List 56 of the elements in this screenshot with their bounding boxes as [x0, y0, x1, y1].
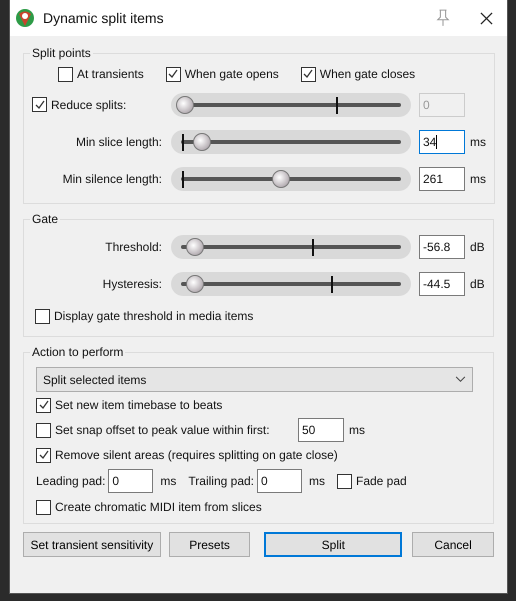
slider-thumb[interactable]: [272, 170, 290, 188]
group-title: Gate: [31, 212, 60, 226]
field-label: Trailing pad:: [188, 474, 254, 488]
checkbox[interactable]: Fade pad: [337, 471, 407, 491]
slider-label: Min slice length:: [76, 134, 162, 148]
number-field[interactable]: -44.5: [419, 272, 465, 296]
checkbox[interactable]: Create chromatic MIDI item from slices: [36, 497, 485, 517]
group-title: Action to perform: [31, 345, 124, 359]
app-logo-icon: [15, 8, 35, 28]
slider-label: Threshold:: [105, 240, 162, 254]
slider-track[interactable]: [171, 92, 411, 116]
group-title: Split points: [31, 46, 92, 60]
pin-icon[interactable]: [436, 9, 450, 27]
check-icon: [34, 98, 46, 110]
slider-track[interactable]: [171, 272, 411, 296]
unit-label: ms: [470, 134, 486, 148]
checkbox[interactable]: At transients: [58, 64, 144, 84]
number-field[interactable]: -56.8: [419, 234, 465, 258]
slider-label: Hysteresis:: [102, 276, 162, 290]
field-label: Leading pad:: [36, 474, 106, 488]
checkbox[interactable]: Remove silent areas (requires splitting on gate close): [36, 445, 485, 465]
window-title: Dynamic split items: [43, 10, 165, 26]
check-icon: [38, 449, 50, 461]
number-field[interactable]: 50: [298, 418, 344, 442]
unit-label: dB: [470, 240, 485, 254]
checkbox[interactable]: When gate closes: [300, 64, 416, 84]
dialog-button[interactable]: Presets: [168, 532, 250, 557]
number-field[interactable]: 0: [257, 469, 302, 493]
unit-label: ms: [349, 423, 365, 437]
dialog-button[interactable]: Set transient sensitivity: [23, 532, 161, 557]
action-dropdown[interactable]: Split selected items: [36, 367, 473, 392]
number-field[interactable]: 261: [419, 166, 465, 190]
slider-track[interactable]: [171, 166, 411, 190]
checkbox[interactable]: Set new item timebase to beats: [36, 395, 485, 415]
number-field[interactable]: 0: [108, 469, 154, 493]
chevron-down-icon: [455, 376, 466, 383]
unit-label: ms: [160, 474, 176, 488]
slider-thumb[interactable]: [193, 132, 212, 150]
unit-label: dB: [470, 276, 485, 290]
close-icon[interactable]: [480, 12, 493, 24]
slider-track[interactable]: [171, 130, 411, 154]
dialog-button[interactable]: Split: [264, 532, 402, 557]
check-icon: [38, 399, 50, 411]
slider-thumb[interactable]: [186, 238, 204, 256]
check-icon: [302, 68, 314, 80]
checkbox[interactable]: Display gate threshold in media items: [35, 306, 254, 326]
check-icon: [167, 68, 180, 80]
unit-label: ms: [309, 474, 325, 488]
unit-label: ms: [470, 172, 486, 186]
checkbox[interactable]: When gate opens: [166, 64, 279, 84]
slider-thumb[interactable]: [186, 274, 204, 292]
dialog-button[interactable]: Cancel: [412, 532, 494, 557]
slider-track[interactable]: [171, 234, 411, 258]
slider-label: Min silence length:: [62, 172, 162, 186]
checkbox[interactable]: Set snap offset to peak value within first:: [36, 420, 298, 440]
number-field[interactable]: 34: [419, 130, 465, 154]
